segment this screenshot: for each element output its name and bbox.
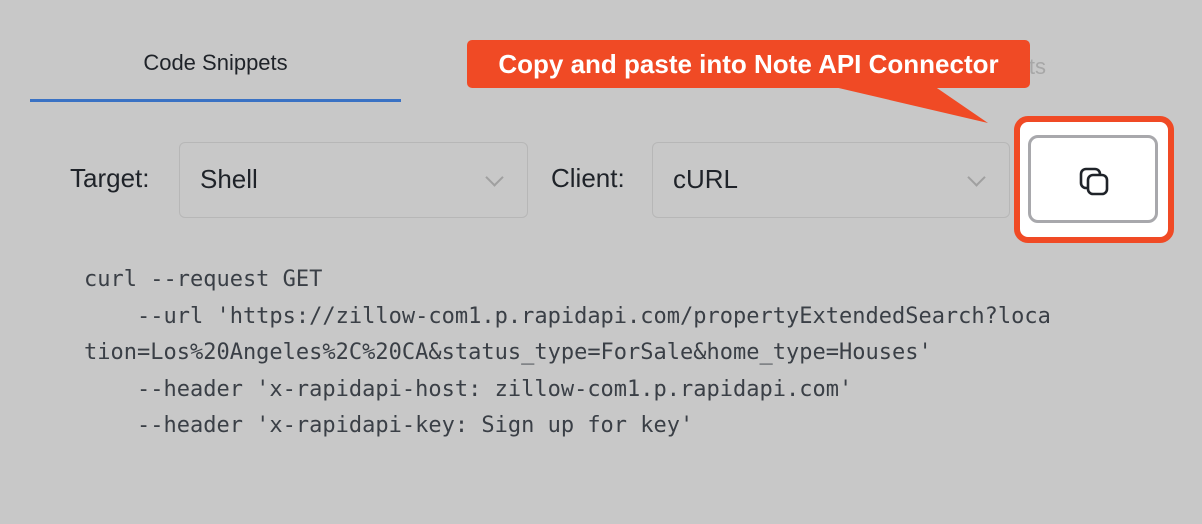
code-line: --header 'x-rapidapi-key: Sign up for ke… [84,413,694,438]
code-line: --header 'x-rapidapi-host: zillow-com1.p… [84,376,853,402]
target-label: Target: [70,163,150,193]
client-select[interactable]: cURL [652,142,1010,218]
tab-code-snippets[interactable]: Code Snippets [30,36,401,102]
client-select-value: cURL [673,164,739,194]
copy-button[interactable] [1028,135,1158,223]
copy-icon [1079,167,1109,196]
code-snippet: curl --request GET --url 'https://zillow… [84,262,1164,445]
callout-annotation: Copy and paste into Note API Connector [467,40,1030,88]
code-line: curl --request GET [84,267,323,292]
client-label: Client: [551,163,625,193]
chevron-down-icon [485,168,504,187]
target-select-value: Shell [200,164,258,194]
chevron-down-icon [967,168,986,187]
target-select[interactable]: Shell [179,142,528,218]
code-line: --url 'https://zillow-com1.p.rapidapi.co… [84,303,1051,329]
code-line: tion=Los%20Angeles%2C%20CA&status_type=F… [84,340,932,365]
